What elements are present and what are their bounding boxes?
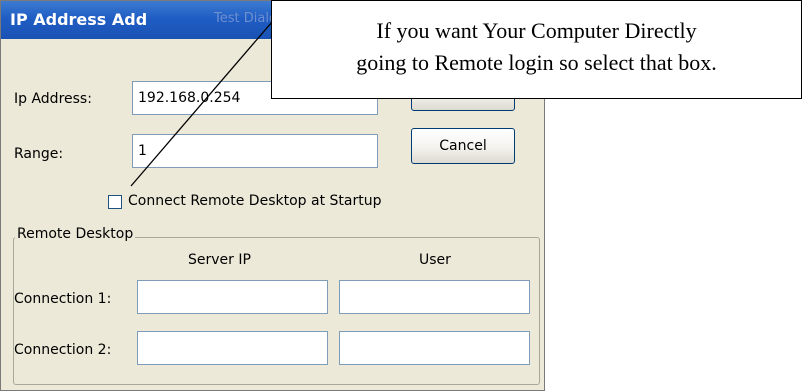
callout-line-1: If you want Your Computer Directly	[376, 18, 697, 43]
annotation-callout: If you want Your Computer Directly going…	[271, 0, 802, 99]
callout-line-2: going to Remote login so select that box…	[356, 50, 717, 75]
